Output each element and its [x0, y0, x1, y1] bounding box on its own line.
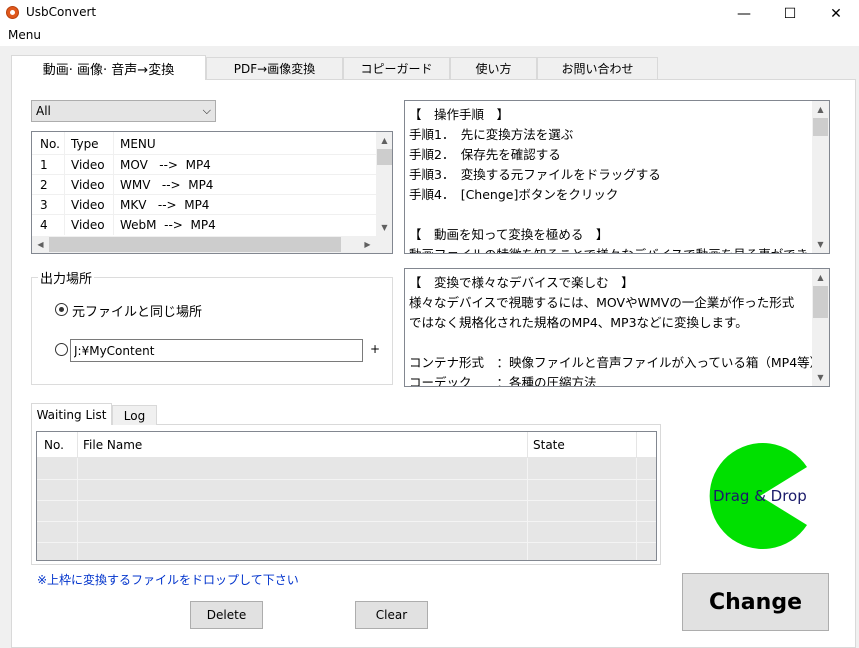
row-menu: MOV --> MP4 — [120, 158, 211, 172]
tab-label: Log — [123, 408, 146, 423]
text-line: 【 変換で様々なデバイスで楽しむ 】 — [409, 275, 634, 290]
waiting-list-header: No. File Name State — [37, 432, 656, 458]
close-button[interactable]: ✕ — [813, 0, 859, 27]
tab-label: お問い合わせ — [561, 62, 634, 76]
drag-drop-label: Drag & Drop — [713, 487, 807, 505]
row-menu: WebM --> MP4 — [120, 218, 216, 232]
maximize-icon: ☐ — [783, 5, 797, 22]
drop-hint-note: ※上枠に変換するファイルをドロップして下さい — [37, 573, 299, 587]
row-type: Video — [71, 218, 105, 232]
scroll-down-icon[interactable]: ▼ — [812, 369, 829, 386]
list-item[interactable]: 1 Video MOV --> MP4 — [32, 155, 376, 175]
text-line: 様々なデバイスで視聴するには、MOVやWMVの一企業が作った形式 — [409, 295, 795, 310]
column-header-no[interactable]: No. — [44, 438, 64, 452]
tab-label: 使い方 — [475, 62, 512, 76]
scroll-thumb[interactable] — [49, 237, 341, 252]
text-line: 手順3． 変換する元ファイルをドラッグする — [409, 167, 661, 182]
minimize-button[interactable]: — — [721, 0, 767, 27]
output-location-label: 出力場所 — [38, 268, 95, 287]
column-header-type[interactable]: Type — [71, 137, 99, 151]
menu-item-menu[interactable]: Menu — [8, 28, 41, 42]
minimize-icon: — — [737, 5, 751, 22]
tab-label: PDF→画像変換 — [233, 62, 316, 76]
scroll-left-icon[interactable]: ◀ — [32, 236, 49, 253]
chevron-down-icon: ⌵ — [202, 104, 211, 117]
text-line: ではなく規格化された規格のMP4、MP3などに変換します。 — [409, 315, 748, 330]
format-list-header: No. Type MENU — [32, 134, 376, 154]
filter-selected: All — [36, 104, 51, 118]
scroll-right-icon[interactable]: ▶ — [359, 236, 376, 253]
column-header-no[interactable]: No. — [40, 137, 60, 151]
row-type: Video — [71, 178, 105, 192]
format-list[interactable]: No. Type MENU 1 Video MOV --> MP4 2 Vide… — [31, 131, 393, 254]
row-menu: WMV --> MP4 — [120, 178, 214, 192]
tab-waiting-list[interactable]: Waiting List — [31, 403, 112, 425]
list-item[interactable]: 2 Video WMV --> MP4 — [32, 175, 376, 195]
output-path-input[interactable] — [70, 339, 363, 362]
radio-same-location[interactable] — [55, 303, 68, 316]
row-type: Video — [71, 198, 105, 212]
format-list-vscrollbar[interactable]: ▲ ▼ — [376, 132, 392, 236]
column-header-state[interactable]: State — [533, 438, 565, 452]
text-line: 手順1． 先に変換方法を選ぶ — [409, 127, 574, 142]
text-line: コンテナ形式 ：映像ファイルと音声ファイルが入っている箱（MP4等） — [409, 355, 823, 370]
maximize-button[interactable]: ☐ — [767, 0, 813, 27]
menu-bar: Menu — [0, 27, 859, 46]
column-header-menu[interactable]: MENU — [120, 137, 156, 151]
info-vscrollbar[interactable]: ▲ ▼ — [812, 269, 829, 386]
scroll-up-icon[interactable]: ▲ — [812, 101, 829, 118]
filter-combo[interactable]: All ⌵ — [31, 100, 216, 122]
format-list-hscrollbar[interactable]: ◀ ▶ — [32, 236, 392, 253]
instructions-vscrollbar[interactable]: ▲ ▼ — [812, 101, 829, 253]
close-icon: ✕ — [830, 5, 842, 22]
row-type: Video — [71, 158, 105, 172]
scroll-down-icon[interactable]: ▼ — [812, 236, 829, 253]
text-line: 【 操作手順 】 — [409, 107, 510, 122]
window-title: UsbConvert — [26, 5, 97, 19]
column-header-file-name[interactable]: File Name — [83, 438, 142, 452]
tab-label: Waiting List — [36, 407, 107, 422]
scroll-thumb[interactable] — [813, 286, 828, 318]
radio-custom-location[interactable] — [55, 343, 68, 356]
tab-how-to-use[interactable]: 使い方 — [450, 57, 537, 79]
tab-media-convert[interactable]: 動画· 画像· 音声→変換 — [11, 55, 206, 80]
text-line: 動画ファイルの特徴を知ることで様々なデバイスで動画を見る事ができ — [409, 244, 808, 253]
text-line: 手順4． [Chenge]ボタンをクリック — [409, 187, 619, 202]
scroll-thumb[interactable] — [377, 149, 392, 165]
instructions-textbox[interactable]: 【 操作手順 】 手順1． 先に変換方法を選ぶ 手順2． 保存先を確認する 手順… — [404, 100, 830, 254]
tab-label: 動画· 画像· 音声→変換 — [42, 62, 175, 78]
change-button[interactable]: Change — [682, 573, 829, 631]
scroll-up-icon[interactable]: ▲ — [812, 269, 829, 286]
list-item[interactable]: 4 Video WebM --> MP4 — [32, 215, 376, 235]
delete-button[interactable]: Delete — [190, 601, 263, 629]
row-menu: MKV --> MP4 — [120, 198, 210, 212]
text-line: 手順2． 保存先を確認する — [409, 147, 561, 162]
scroll-thumb[interactable] — [813, 118, 828, 136]
output-location-group — [31, 277, 393, 385]
row-no: 2 — [40, 178, 48, 192]
text-line: コーデック ：各種の圧縮方法 — [409, 375, 597, 387]
scroll-up-icon[interactable]: ▲ — [376, 132, 392, 149]
waiting-list[interactable]: No. File Name State — [36, 431, 657, 561]
list-item[interactable]: 3 Video MKV --> MP4 — [32, 195, 376, 215]
row-no: 3 — [40, 198, 48, 212]
add-path-button[interactable]: + — [370, 342, 380, 356]
tab-contact[interactable]: お問い合わせ — [537, 57, 658, 79]
tab-label: コピーガード — [360, 62, 433, 76]
text-line: 【 動画を知って変換を極める 】 — [409, 227, 609, 242]
clear-button[interactable]: Clear — [355, 601, 428, 629]
tab-pdf-convert[interactable]: PDF→画像変換 — [206, 57, 343, 79]
radio-same-location-label[interactable]: 元ファイルと同じ場所 — [72, 301, 202, 320]
scroll-down-icon[interactable]: ▼ — [376, 219, 392, 236]
row-no: 4 — [40, 218, 48, 232]
row-no: 1 — [40, 158, 48, 172]
title-bar: UsbConvert — ☐ ✕ — [0, 0, 859, 27]
tab-log[interactable]: Log — [112, 405, 157, 425]
info-textbox[interactable]: 【 変換で様々なデバイスで楽しむ 】 様々なデバイスで視聴するには、MOVやWM… — [404, 268, 830, 387]
app-icon — [6, 6, 19, 19]
tab-copy-guard[interactable]: コピーガード — [343, 57, 450, 79]
